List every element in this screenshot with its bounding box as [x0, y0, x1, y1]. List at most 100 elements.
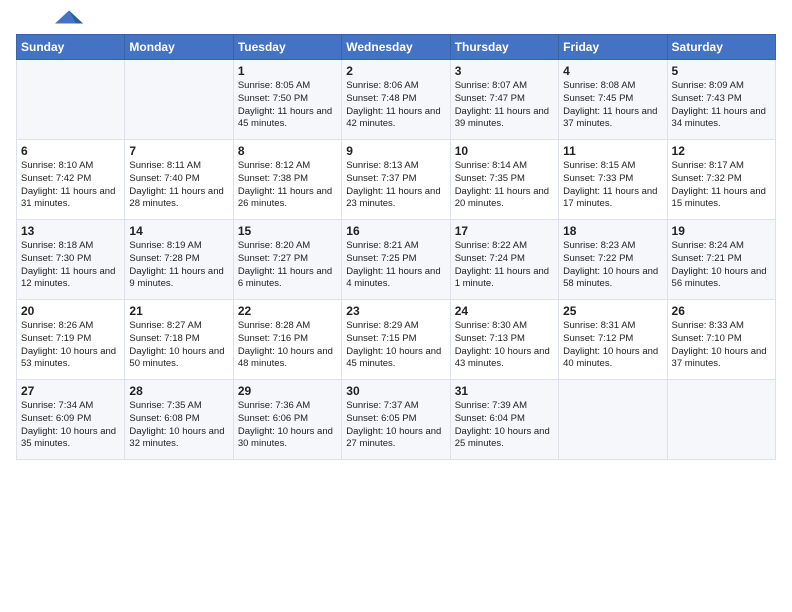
day-number: 28 — [129, 384, 228, 398]
day-number: 16 — [346, 224, 445, 238]
day-info: Sunrise: 8:08 AM Sunset: 7:45 PM Dayligh… — [563, 80, 662, 131]
day-info: Sunrise: 8:18 AM Sunset: 7:30 PM Dayligh… — [21, 240, 120, 291]
day-info: Sunrise: 8:12 AM Sunset: 7:38 PM Dayligh… — [238, 160, 337, 211]
day-info: Sunrise: 8:31 AM Sunset: 7:12 PM Dayligh… — [563, 320, 662, 371]
day-info: Sunrise: 8:29 AM Sunset: 7:15 PM Dayligh… — [346, 320, 445, 371]
calendar-cell: 1 Sunrise: 8:05 AM Sunset: 7:50 PM Daylig… — [233, 60, 341, 140]
day-number: 7 — [129, 144, 228, 158]
day-info: Sunrise: 7:37 AM Sunset: 6:05 PM Dayligh… — [346, 400, 445, 451]
calendar-cell: 2Sunrise: 8:06 AM Sunset: 7:48 PM Daylig… — [342, 60, 450, 140]
day-number: 22 — [238, 304, 337, 318]
calendar-cell: 6 Sunrise: 8:10 AM Sunset: 7:42 PM Daylig… — [17, 140, 125, 220]
week-row-2: 6 Sunrise: 8:10 AM Sunset: 7:42 PM Daylig… — [17, 140, 776, 220]
day-info: Sunrise: 7:34 AM Sunset: 6:09 PM Dayligh… — [21, 400, 120, 451]
day-number: 13 — [21, 224, 120, 238]
calendar-cell: 10 Sunrise: 8:14 AM Sunset: 7:35 PM Dayli… — [450, 140, 558, 220]
calendar-cell: 12 Sunrise: 8:17 AM Sunset: 7:32 PM Dayli… — [667, 140, 775, 220]
calendar-cell: 9Sunrise: 8:13 AM Sunset: 7:37 PM Daylig… — [342, 140, 450, 220]
day-number: 12 — [672, 144, 771, 158]
day-info: Sunrise: 8:17 AM Sunset: 7:32 PM Dayligh… — [672, 160, 771, 211]
day-number: 26 — [672, 304, 771, 318]
day-number: 6 — [21, 144, 120, 158]
day-number: 2 — [346, 64, 445, 78]
weekday-header-thursday: Thursday — [450, 35, 558, 60]
day-number: 3 — [455, 64, 554, 78]
calendar-table: SundayMondayTuesdayWednesdayThursdayFrid… — [16, 34, 776, 460]
weekday-header-friday: Friday — [559, 35, 667, 60]
day-info: Sunrise: 8:05 AM Sunset: 7:50 PM Dayligh… — [238, 80, 337, 131]
day-number: 4 — [563, 64, 662, 78]
calendar-cell: 4 Sunrise: 8:08 AM Sunset: 7:45 PM Daylig… — [559, 60, 667, 140]
weekday-header-wednesday: Wednesday — [342, 35, 450, 60]
week-row-1: 1 Sunrise: 8:05 AM Sunset: 7:50 PM Daylig… — [17, 60, 776, 140]
day-info: Sunrise: 8:20 AM Sunset: 7:27 PM Dayligh… — [238, 240, 337, 291]
day-info: Sunrise: 8:21 AM Sunset: 7:25 PM Dayligh… — [346, 240, 445, 291]
calendar-cell: 24 Sunrise: 8:30 AM Sunset: 7:13 PM Dayli… — [450, 300, 558, 380]
day-info: Sunrise: 8:24 AM Sunset: 7:21 PM Dayligh… — [672, 240, 771, 291]
day-number: 21 — [129, 304, 228, 318]
weekday-header-row: SundayMondayTuesdayWednesdayThursdayFrid… — [17, 35, 776, 60]
calendar-cell: 22 Sunrise: 8:28 AM Sunset: 7:16 PM Dayli… — [233, 300, 341, 380]
calendar-cell: 16 Sunrise: 8:21 AM Sunset: 7:25 PM Dayli… — [342, 220, 450, 300]
calendar-cell: 3 Sunrise: 8:07 AM Sunset: 7:47 PM Daylig… — [450, 60, 558, 140]
day-number: 27 — [21, 384, 120, 398]
calendar-cell: 15 Sunrise: 8:20 AM Sunset: 7:27 PM Dayli… — [233, 220, 341, 300]
day-number: 14 — [129, 224, 228, 238]
page-container: SundayMondayTuesdayWednesdayThursdayFrid… — [0, 0, 792, 472]
day-number: 18 — [563, 224, 662, 238]
day-number: 9 — [346, 144, 445, 158]
calendar-cell: 7 Sunrise: 8:11 AM Sunset: 7:40 PM Daylig… — [125, 140, 233, 220]
calendar-cell — [125, 60, 233, 140]
day-number: 11 — [563, 144, 662, 158]
header — [16, 12, 776, 26]
calendar-cell: 21Sunrise: 8:27 AM Sunset: 7:18 PM Dayli… — [125, 300, 233, 380]
day-info: Sunrise: 8:26 AM Sunset: 7:19 PM Dayligh… — [21, 320, 120, 371]
day-number: 10 — [455, 144, 554, 158]
day-number: 31 — [455, 384, 554, 398]
day-number: 23 — [346, 304, 445, 318]
calendar-cell: 29Sunrise: 7:36 AM Sunset: 6:06 PM Dayli… — [233, 380, 341, 460]
calendar-cell: 27 Sunrise: 7:34 AM Sunset: 6:09 PM Dayli… — [17, 380, 125, 460]
day-number: 15 — [238, 224, 337, 238]
day-number: 8 — [238, 144, 337, 158]
weekday-header-saturday: Saturday — [667, 35, 775, 60]
calendar-cell — [667, 380, 775, 460]
calendar-cell: 11 Sunrise: 8:15 AM Sunset: 7:33 PM Dayli… — [559, 140, 667, 220]
day-info: Sunrise: 7:36 AM Sunset: 6:06 PM Dayligh… — [238, 400, 337, 451]
day-info: Sunrise: 8:23 AM Sunset: 7:22 PM Dayligh… — [563, 240, 662, 291]
day-info: Sunrise: 8:10 AM Sunset: 7:42 PM Dayligh… — [21, 160, 120, 211]
calendar-cell: 19 Sunrise: 8:24 AM Sunset: 7:21 PM Dayli… — [667, 220, 775, 300]
day-info: Sunrise: 8:14 AM Sunset: 7:35 PM Dayligh… — [455, 160, 554, 211]
calendar-cell: 17Sunrise: 8:22 AM Sunset: 7:24 PM Dayli… — [450, 220, 558, 300]
logo-icon — [54, 8, 84, 26]
day-number: 24 — [455, 304, 554, 318]
day-info: Sunrise: 8:19 AM Sunset: 7:28 PM Dayligh… — [129, 240, 228, 291]
calendar-cell: 25 Sunrise: 8:31 AM Sunset: 7:12 PM Dayli… — [559, 300, 667, 380]
day-number: 1 — [238, 64, 337, 78]
day-info: Sunrise: 8:09 AM Sunset: 7:43 PM Dayligh… — [672, 80, 771, 131]
weekday-header-sunday: Sunday — [17, 35, 125, 60]
day-number: 30 — [346, 384, 445, 398]
day-info: Sunrise: 8:07 AM Sunset: 7:47 PM Dayligh… — [455, 80, 554, 131]
day-number: 20 — [21, 304, 120, 318]
week-row-4: 20 Sunrise: 8:26 AM Sunset: 7:19 PM Dayli… — [17, 300, 776, 380]
day-info: Sunrise: 8:28 AM Sunset: 7:16 PM Dayligh… — [238, 320, 337, 371]
calendar-cell: 14 Sunrise: 8:19 AM Sunset: 7:28 PM Dayli… — [125, 220, 233, 300]
calendar-cell — [559, 380, 667, 460]
day-info: Sunrise: 8:30 AM Sunset: 7:13 PM Dayligh… — [455, 320, 554, 371]
day-number: 19 — [672, 224, 771, 238]
calendar-cell: 26Sunrise: 8:33 AM Sunset: 7:10 PM Dayli… — [667, 300, 775, 380]
day-info: Sunrise: 8:22 AM Sunset: 7:24 PM Dayligh… — [455, 240, 554, 291]
logo — [16, 12, 84, 26]
day-info: Sunrise: 7:35 AM Sunset: 6:08 PM Dayligh… — [129, 400, 228, 451]
weekday-header-tuesday: Tuesday — [233, 35, 341, 60]
calendar-cell: 5Sunrise: 8:09 AM Sunset: 7:43 PM Daylig… — [667, 60, 775, 140]
day-info: Sunrise: 8:15 AM Sunset: 7:33 PM Dayligh… — [563, 160, 662, 211]
calendar-cell: 30 Sunrise: 7:37 AM Sunset: 6:05 PM Dayli… — [342, 380, 450, 460]
day-info: Sunrise: 8:11 AM Sunset: 7:40 PM Dayligh… — [129, 160, 228, 211]
day-number: 25 — [563, 304, 662, 318]
calendar-cell: 31Sunrise: 7:39 AM Sunset: 6:04 PM Dayli… — [450, 380, 558, 460]
weekday-header-monday: Monday — [125, 35, 233, 60]
calendar-cell: 23 Sunrise: 8:29 AM Sunset: 7:15 PM Dayli… — [342, 300, 450, 380]
calendar-cell — [17, 60, 125, 140]
